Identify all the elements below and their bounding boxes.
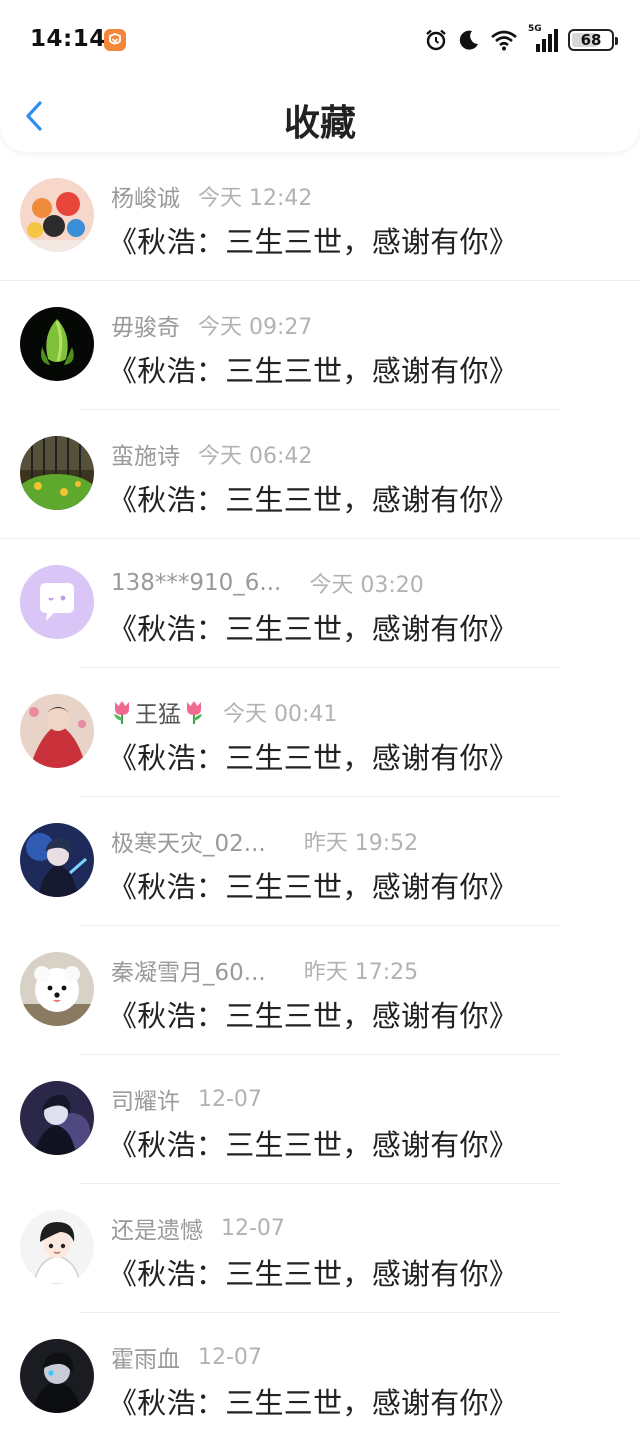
avatar[interactable] (20, 823, 94, 897)
item-title: 《秋浩：三生三世，感谢有你》 (108, 225, 519, 259)
avatar[interactable] (20, 178, 94, 252)
nav-bar: 收藏 (0, 80, 640, 152)
username: 毋骏奇 (111, 315, 180, 341)
tulip-icon (114, 701, 129, 724)
avatar[interactable] (20, 952, 94, 1026)
username: 秦凝雪月_60... (111, 960, 266, 986)
status-icons: 5G 68 (424, 24, 618, 53)
item-title: 《秋浩：三生三世，感谢有你》 (108, 870, 519, 904)
item-title: 《秋浩：三生三世，感谢有你》 (108, 741, 519, 775)
list-item[interactable]: 司耀许 12-07 《秋浩：三生三世，感谢有你》 (0, 1055, 640, 1184)
item-time: 今天 00:41 (223, 702, 338, 727)
item-title: 《秋浩：三生三世，感谢有你》 (108, 354, 519, 388)
tulip-icon (187, 701, 202, 724)
list-item[interactable]: 秦凝雪月_60... 昨天 17:25 《秋浩：三生三世，感谢有你》 (0, 926, 640, 1055)
list-item[interactable]: 王猛 今天 00:41 《秋浩：三生三世，感谢有你》 (0, 668, 640, 797)
favorites-list: 杨峻诚 今天 12:42 《秋浩：三生三世，感谢有你》 毋骏奇 今天 09:27 《… (0, 152, 640, 1442)
username: 王猛 (135, 702, 181, 728)
signal-icon: 5G (528, 24, 558, 52)
list-item[interactable]: 毋骏奇 今天 09:27 《秋浩：三生三世，感谢有你》 (0, 281, 640, 410)
avatar[interactable] (20, 1081, 94, 1155)
item-title: 《秋浩：三生三世，感谢有你》 (108, 1128, 519, 1162)
status-bar: 14:14 5G 68 (0, 0, 640, 80)
username: 蛮施诗 (111, 444, 180, 470)
battery-icon: 68 (568, 29, 618, 51)
item-time: 12-07 (198, 1344, 262, 1370)
item-time: 今天 09:27 (198, 315, 313, 340)
app-badge-icon (104, 29, 126, 51)
username: 杨峻诚 (111, 186, 180, 212)
network-label: 5G (528, 24, 542, 34)
alarm-icon (426, 29, 446, 51)
avatar[interactable] (20, 307, 94, 381)
moon-icon (459, 30, 478, 50)
battery-tip (615, 37, 618, 45)
item-time: 昨天 19:52 (303, 831, 419, 856)
list-item[interactable]: 霍雨血 12-07 《秋浩：三生三世，感谢有你》 (0, 1313, 640, 1442)
status-time: 14:14 (30, 26, 106, 52)
page-title: 收藏 (283, 103, 356, 144)
item-time: 12-07 (221, 1215, 285, 1241)
username: 还是遗憾 (111, 1218, 203, 1244)
item-time: 12-07 (198, 1086, 262, 1112)
avatar[interactable] (20, 694, 94, 768)
item-time: 今天 12:42 (198, 186, 313, 211)
avatar[interactable] (20, 1210, 94, 1284)
username: 138***910_6... (111, 570, 282, 596)
list-item[interactable]: 138***910_6... 今天 03:20 《秋浩：三生三世，感谢有你》 (0, 539, 640, 668)
avatar[interactable] (20, 436, 94, 510)
username: 极寒天灾_02... (111, 831, 266, 857)
avatar[interactable] (20, 1339, 94, 1413)
list-item[interactable]: 还是遗憾 12-07 《秋浩：三生三世，感谢有你》 (0, 1184, 640, 1313)
list-item[interactable]: 杨峻诚 今天 12:42 《秋浩：三生三世，感谢有你》 (0, 152, 640, 281)
battery-text: 68 (580, 31, 602, 49)
item-time: 昨天 17:25 (303, 960, 419, 985)
list-item[interactable]: 极寒天灾_02... 昨天 19:52 《秋浩：三生三世，感谢有你》 (0, 797, 640, 926)
item-time: 今天 06:42 (198, 444, 313, 469)
username: 司耀许 (111, 1089, 180, 1115)
item-title: 《秋浩：三生三世，感谢有你》 (108, 1257, 519, 1291)
item-title: 《秋浩：三生三世，感谢有你》 (108, 612, 519, 646)
wifi-icon (491, 30, 517, 51)
item-title: 《秋浩：三生三世，感谢有你》 (108, 1386, 519, 1420)
item-title: 《秋浩：三生三世，感谢有你》 (108, 483, 519, 517)
item-time: 今天 03:20 (309, 573, 424, 598)
avatar[interactable] (20, 565, 94, 639)
app-header: 14:14 5G 68 收藏 (0, 0, 640, 152)
username: 霍雨血 (111, 1347, 180, 1373)
item-title: 《秋浩：三生三世，感谢有你》 (108, 999, 519, 1033)
list-item[interactable]: 蛮施诗 今天 06:42 《秋浩：三生三世，感谢有你》 (0, 410, 640, 539)
